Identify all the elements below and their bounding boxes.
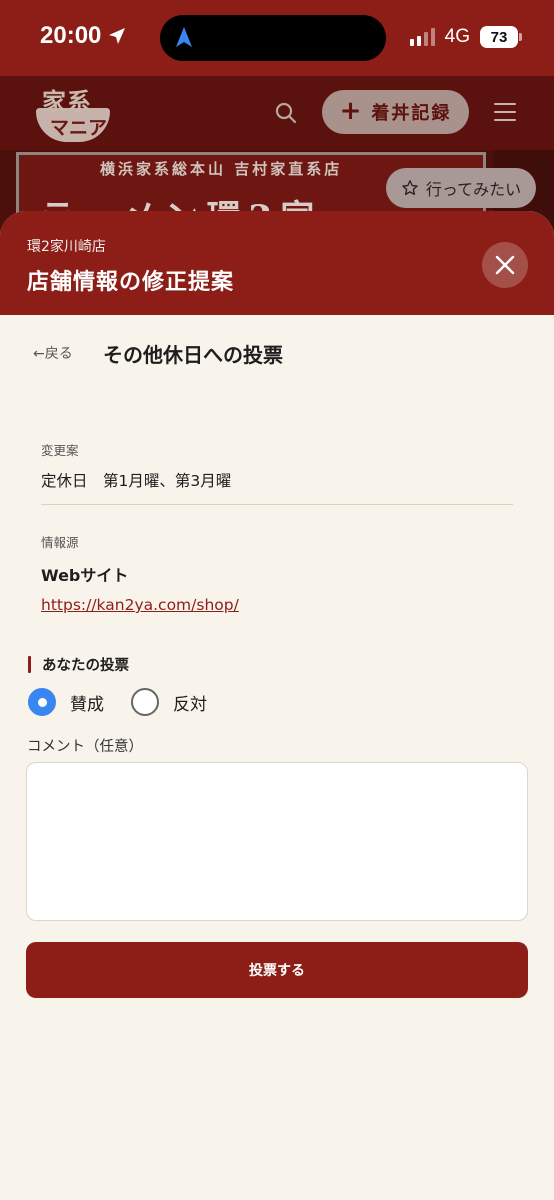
source-url-link[interactable]: https://kan2ya.com/shop/ bbox=[41, 596, 239, 614]
status-bar: 20:00 4G 73 bbox=[0, 0, 554, 76]
submit-vote-button[interactable]: 投票する bbox=[26, 942, 528, 998]
status-time: 20:00 bbox=[40, 22, 127, 50]
back-link[interactable]: ←戻る bbox=[33, 343, 73, 363]
sheet-header: 環2家川崎店 店舗情報の修正提案 bbox=[0, 211, 554, 315]
vote-heading: あなたの投票 bbox=[28, 655, 129, 674]
radio-unselected-icon bbox=[131, 688, 159, 716]
record-button[interactable]: + 着丼記録 bbox=[322, 90, 469, 134]
close-icon bbox=[495, 255, 515, 275]
divider bbox=[41, 504, 513, 505]
network-type: 4G bbox=[444, 26, 470, 47]
location-arrow-icon bbox=[109, 28, 126, 44]
radio-agree-label: 賛成 bbox=[70, 694, 104, 715]
dynamic-island bbox=[160, 15, 386, 61]
sign-text: 横浜家系総本山 吉村家直系店 bbox=[100, 160, 343, 178]
navigation-icon bbox=[176, 27, 192, 47]
logo-bottom-text: マニア bbox=[50, 117, 108, 139]
change-label: 変更案 bbox=[41, 443, 79, 458]
heading-accent-bar bbox=[28, 655, 31, 673]
sheet-title: 店舗情報の修正提案 bbox=[27, 270, 235, 295]
want-to-go-button[interactable]: 行ってみたい bbox=[386, 168, 536, 208]
app-logo[interactable]: 家系 マニア bbox=[34, 82, 112, 144]
change-value: 定休日 第1月曜、第3月曜 bbox=[41, 472, 232, 490]
search-icon[interactable] bbox=[273, 100, 299, 126]
hamburger-menu-icon[interactable] bbox=[494, 103, 516, 121]
app-header: 家系 マニア + 着丼記録 bbox=[0, 76, 554, 150]
radio-oppose-label: 反対 bbox=[173, 694, 207, 715]
battery-icon: 73 bbox=[480, 26, 522, 48]
radio-agree[interactable]: 賛成 bbox=[28, 688, 104, 716]
radio-selected-icon bbox=[28, 688, 56, 716]
battery-level: 73 bbox=[490, 28, 508, 46]
comment-textarea[interactable] bbox=[26, 762, 528, 921]
comment-label: コメント（任意） bbox=[27, 739, 143, 755]
close-button[interactable] bbox=[482, 242, 528, 288]
page-title: その他休日への投票 bbox=[103, 343, 283, 367]
store-name: 環2家川崎店 bbox=[27, 239, 106, 255]
logo-top-text: 家系 bbox=[42, 87, 92, 116]
star-icon bbox=[402, 180, 418, 196]
clock-text: 20:00 bbox=[40, 22, 102, 49]
source-label: 情報源 bbox=[41, 535, 79, 550]
status-right: 4G 73 bbox=[409, 26, 522, 48]
signal-icon bbox=[409, 28, 435, 46]
plus-icon: + bbox=[339, 95, 364, 126]
vote-heading-text: あなたの投票 bbox=[42, 657, 129, 674]
want-to-go-label: 行ってみたい bbox=[425, 180, 522, 199]
record-button-label: 着丼記録 bbox=[371, 103, 452, 124]
source-type: Webサイト bbox=[41, 566, 129, 585]
edit-suggestion-sheet: 環2家川崎店 店舗情報の修正提案 ←戻る その他休日への投票 変更案 定休日 第… bbox=[0, 211, 554, 1200]
radio-oppose[interactable]: 反対 bbox=[131, 688, 207, 716]
